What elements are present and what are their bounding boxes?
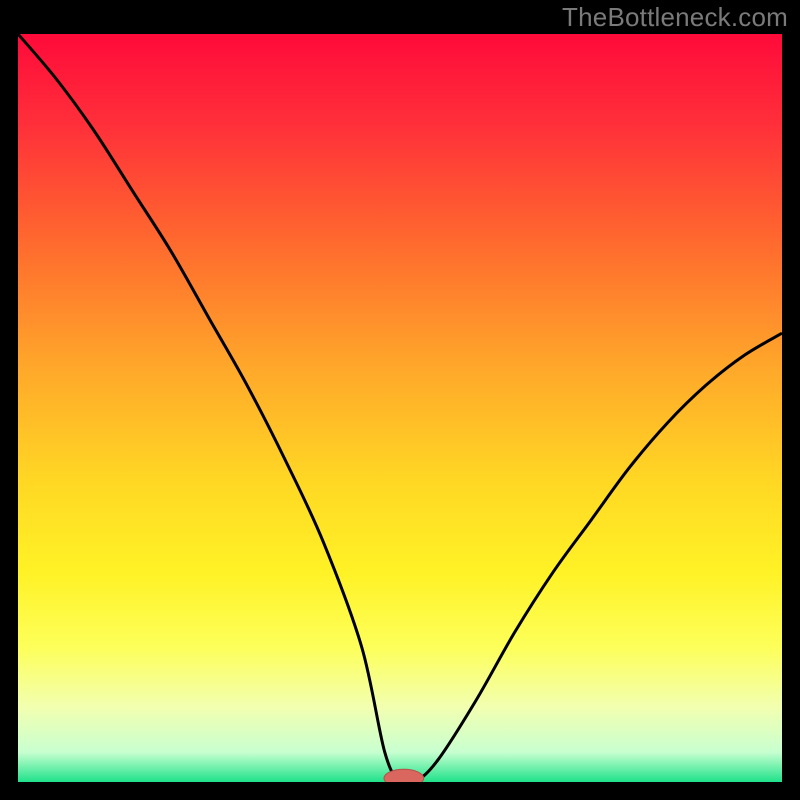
gradient-background [18,34,782,782]
chart-container: TheBottleneck.com [0,0,800,800]
watermark-text: TheBottleneck.com [562,2,788,33]
bottleneck-chart [18,34,782,782]
plot-area [18,34,782,782]
